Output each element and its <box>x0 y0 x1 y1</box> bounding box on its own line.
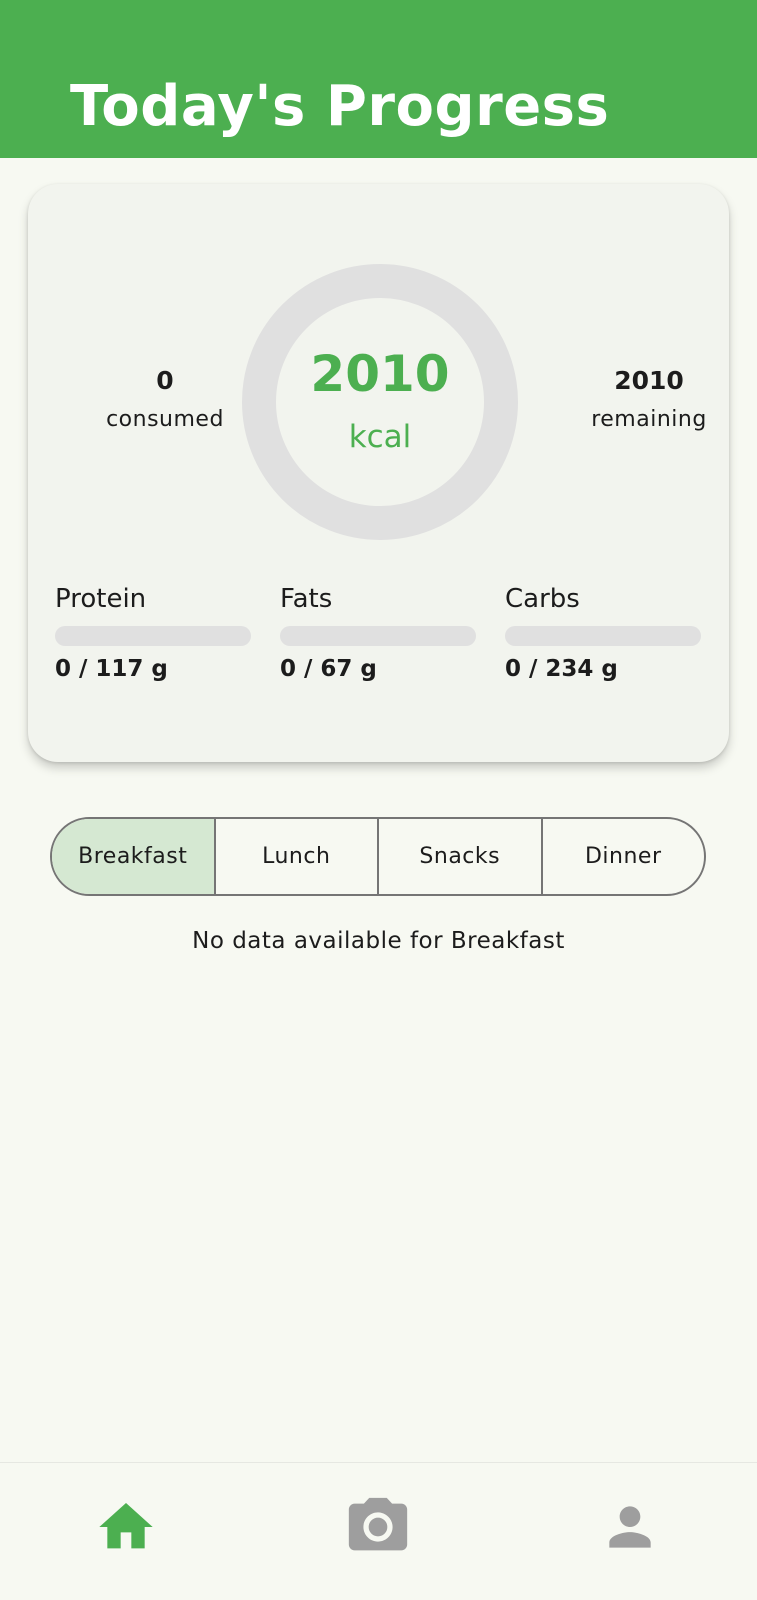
macro-protein-bar <box>55 626 251 646</box>
macro-protein: Protein 0 / 117 g <box>55 584 251 682</box>
tab-snacks[interactable]: Snacks <box>379 819 543 894</box>
macro-fats-label: Fats <box>280 584 333 614</box>
nav-profile-button[interactable] <box>590 1487 670 1567</box>
tab-breakfast[interactable]: Breakfast <box>52 819 216 894</box>
calorie-value: 2010 <box>310 345 450 403</box>
tab-lunch[interactable]: Lunch <box>216 819 379 894</box>
macro-fats: Fats 0 / 67 g <box>280 584 476 682</box>
empty-state-message: No data available for Breakfast <box>192 928 565 954</box>
bottom-navigation <box>0 1462 757 1600</box>
macro-carbs-bar <box>505 626 701 646</box>
calorie-ring-center: 2010 kcal <box>242 264 518 540</box>
tab-dinner[interactable]: Dinner <box>543 819 705 894</box>
macro-carbs-value: 0 / 234 g <box>505 656 618 682</box>
home-icon <box>99 1503 153 1549</box>
calorie-unit: kcal <box>348 419 412 455</box>
nav-home-button[interactable] <box>86 1487 166 1567</box>
person-icon <box>609 1506 651 1548</box>
meal-tabs: Breakfast Lunch Snacks Dinner <box>50 817 706 896</box>
consumed-label: consumed <box>106 407 224 432</box>
macro-protein-value: 0 / 117 g <box>55 656 168 682</box>
macro-fats-value: 0 / 67 g <box>280 656 377 682</box>
nav-camera-button[interactable] <box>338 1487 418 1567</box>
remaining-value: 2010 <box>614 366 684 395</box>
macro-fats-bar <box>280 626 476 646</box>
consumed-value: 0 <box>156 366 174 395</box>
app-header: Today's Progress <box>0 0 757 158</box>
macro-carbs: Carbs 0 / 234 g <box>505 584 701 682</box>
remaining-label: remaining <box>591 407 707 432</box>
camera-icon <box>348 1497 408 1551</box>
consumed-stat: 0 consumed <box>80 366 250 432</box>
macro-carbs-label: Carbs <box>505 584 580 614</box>
remaining-stat: 2010 remaining <box>564 366 734 432</box>
daily-summary-card: 0 consumed 2010 kcal 2010 remaining Prot… <box>28 184 729 762</box>
macro-protein-label: Protein <box>55 584 147 614</box>
page-title: Today's Progress <box>70 74 610 139</box>
